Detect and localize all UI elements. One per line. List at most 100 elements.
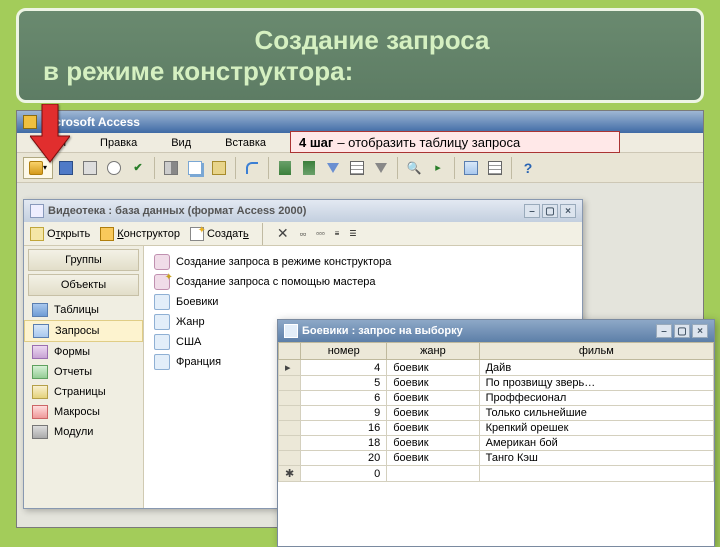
cell-film[interactable]: Танго Кэш [479,451,713,466]
nav-item-page[interactable]: Страницы [24,382,143,402]
open-button[interactable]: Открыть [30,227,90,241]
sort-asc-button[interactable] [274,157,296,179]
spell-button[interactable]: ✔ [127,157,149,179]
cell-genre[interactable]: боевик [387,406,479,421]
copy-button[interactable] [184,157,206,179]
nav-item-table[interactable]: Таблицы [24,300,143,320]
cell-genre[interactable]: боевик [387,421,479,436]
small-icons-button[interactable]: ▫▫▫ [316,229,325,238]
row-selector[interactable] [279,376,301,391]
cell-num[interactable]: 16 [301,421,387,436]
preview-button[interactable] [103,157,125,179]
page-icon [32,385,48,399]
minimize-button[interactable]: – [524,204,540,218]
details-view-button[interactable]: ☰ [349,229,356,238]
cell-genre[interactable]: боевик [387,436,479,451]
close-button[interactable]: × [692,324,708,338]
row-selector-new[interactable] [279,466,301,482]
minimize-button[interactable]: – [656,324,672,338]
new-row[interactable]: 0 [279,466,714,482]
cell-genre[interactable] [387,466,479,482]
cell-num[interactable]: 0 [301,466,387,482]
menu-insert[interactable]: Вставка [209,135,282,151]
help-button[interactable]: ? [517,157,539,179]
create-query-design[interactable]: Создание запроса в режиме конструктора [154,252,572,272]
new-record-arrow-button[interactable]: ▸ [427,157,449,179]
col-header-num[interactable]: номер [301,343,387,360]
sort-desc-button[interactable] [298,157,320,179]
menu-view[interactable]: Вид [155,135,207,151]
query-window-titlebar[interactable]: Боевики : запрос на выборку – ▢ × [278,320,714,342]
table-row[interactable]: 5боевикПо прозвищу зверь… [279,376,714,391]
nav-item-form[interactable]: Формы [24,342,143,362]
cell-film[interactable]: Крепкий орешек [479,421,713,436]
row-selector[interactable] [279,451,301,466]
nav-item-macro[interactable]: Макросы [24,402,143,422]
cell-film[interactable]: По прозвищу зверь… [479,376,713,391]
nav-item-query[interactable]: Запросы [24,320,143,342]
row-selector[interactable] [279,391,301,406]
design-button[interactable]: Конструктор [100,227,180,241]
new-button[interactable]: Создать [190,227,249,241]
table-row[interactable]: 18боевикАмерикан бой [279,436,714,451]
cell-num[interactable]: 4 [301,360,387,376]
query-datasheet-window: Боевики : запрос на выборку – ▢ × номер … [277,319,715,547]
cell-film[interactable]: Американ бой [479,436,713,451]
maximize-button[interactable]: ▢ [542,204,558,218]
cell-film[interactable]: Проффесионал [479,391,713,406]
col-header-film[interactable]: фильм [479,343,713,360]
objects-button[interactable]: Объекты [28,274,139,296]
query-icon [33,324,49,338]
module-icon [32,425,48,439]
new-object-button[interactable] [460,157,482,179]
cell-num[interactable]: 9 [301,406,387,421]
filter-form-button[interactable] [346,157,368,179]
row-selector[interactable] [279,406,301,421]
paste-button[interactable] [208,157,230,179]
filter-selection-button[interactable] [322,157,344,179]
main-toolbar: ▾ ✔ 🔍 ▸ ? [17,153,703,183]
table-row[interactable]: 20боевикТанго Кэш [279,451,714,466]
query-icon [154,354,170,370]
db-window-button[interactable] [484,157,506,179]
groups-button[interactable]: Группы [28,249,139,271]
cell-film[interactable]: Дайв [479,360,713,376]
apply-filter-button[interactable] [370,157,392,179]
menu-edit[interactable]: Правка [84,135,153,151]
large-icons-button[interactable]: ▫▫ [300,229,306,239]
col-header-genre[interactable]: жанр [387,343,479,360]
query-item[interactable]: Боевики [154,292,572,312]
nav-item-report[interactable]: Отчеты [24,362,143,382]
cell-num[interactable]: 6 [301,391,387,406]
undo-button[interactable] [241,157,263,179]
print-button[interactable] [79,157,101,179]
db-window-titlebar[interactable]: Видеотека : база данных (формат Access 2… [24,200,582,222]
row-selector[interactable] [279,421,301,436]
nav-item-module[interactable]: Модули [24,422,143,442]
delete-button[interactable]: ✕ [276,227,290,241]
highlight-arrow [30,104,70,167]
create-query-wizard[interactable]: Создание запроса с помощью мастера [154,272,572,292]
table-row[interactable]: 9боевикТолько сильнейшие [279,406,714,421]
row-selector-header[interactable] [279,343,301,360]
db-window-icon [30,204,44,218]
table-row[interactable]: 4боевикДайв [279,360,714,376]
cell-genre[interactable]: боевик [387,376,479,391]
cell-film[interactable]: Только сильнейшие [479,406,713,421]
cell-num[interactable]: 5 [301,376,387,391]
cell-num[interactable]: 20 [301,451,387,466]
maximize-button[interactable]: ▢ [674,324,690,338]
cell-genre[interactable]: боевик [387,391,479,406]
table-row[interactable]: 16боевикКрепкий орешек [279,421,714,436]
find-button[interactable]: 🔍 [403,157,425,179]
cell-film[interactable] [479,466,713,482]
cell-genre[interactable]: боевик [387,360,479,376]
cut-button[interactable] [160,157,182,179]
cell-genre[interactable]: боевик [387,451,479,466]
close-button[interactable]: × [560,204,576,218]
row-selector[interactable] [279,360,301,376]
cell-num[interactable]: 18 [301,436,387,451]
table-row[interactable]: 6боевикПроффесионал [279,391,714,406]
row-selector[interactable] [279,436,301,451]
list-view-button[interactable]: ≡ [335,229,340,238]
